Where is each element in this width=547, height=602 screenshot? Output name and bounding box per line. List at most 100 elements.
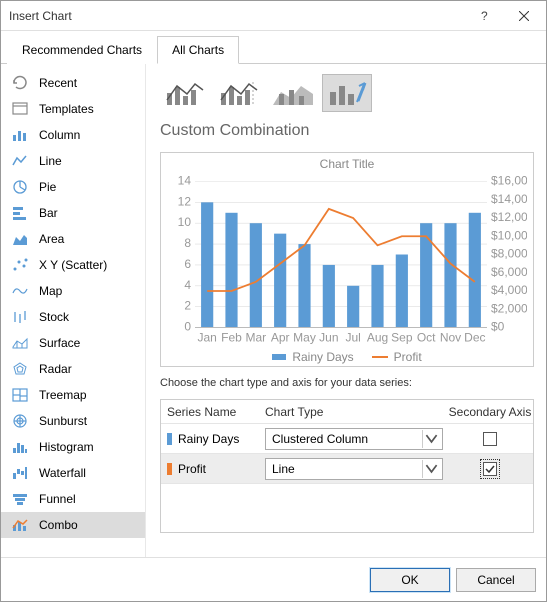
col-header-type: Chart Type bbox=[261, 405, 447, 419]
sidebar-item-histogram[interactable]: Histogram bbox=[1, 434, 145, 460]
tab-recommended[interactable]: Recommended Charts bbox=[7, 36, 157, 64]
svg-text:Sep: Sep bbox=[391, 331, 413, 345]
sidebar-item-funnel[interactable]: Funnel bbox=[1, 486, 145, 512]
svg-text:12: 12 bbox=[178, 194, 192, 208]
svg-text:4: 4 bbox=[184, 278, 191, 292]
sidebar-item-label: Stock bbox=[39, 310, 69, 324]
chart-subtype-title: Custom Combination bbox=[160, 122, 534, 142]
svg-text:0: 0 bbox=[184, 320, 191, 334]
svg-text:?: ? bbox=[481, 11, 488, 21]
svg-text:Jul: Jul bbox=[345, 331, 360, 345]
sidebar-item-label: Waterfall bbox=[39, 466, 86, 480]
subtype-stacked-area-column[interactable] bbox=[268, 74, 318, 112]
svg-text:Nov: Nov bbox=[440, 331, 461, 345]
legend-label-a: Rainy Days bbox=[292, 350, 353, 364]
chart-subtype-row bbox=[160, 74, 534, 112]
chart-type-select[interactable]: Line bbox=[265, 458, 443, 480]
sidebar-item-scatter[interactable]: X Y (Scatter) bbox=[1, 252, 145, 278]
chart-legend: Rainy Days Profit bbox=[167, 350, 527, 364]
sidebar-item-label: Line bbox=[39, 154, 62, 168]
svg-text:Oct: Oct bbox=[417, 331, 436, 345]
chart-type-select[interactable]: Clustered Column bbox=[265, 428, 443, 450]
svg-text:Feb: Feb bbox=[221, 331, 242, 345]
series-name: Rainy Days bbox=[178, 432, 239, 446]
svg-text:$10,000: $10,000 bbox=[491, 228, 527, 242]
radar-icon bbox=[11, 360, 29, 378]
svg-text:Apr: Apr bbox=[271, 331, 290, 345]
col-header-name: Series Name bbox=[161, 405, 261, 419]
sidebar-item-line[interactable]: Line bbox=[1, 148, 145, 174]
series-name: Profit bbox=[178, 462, 206, 476]
sidebar-item-label: Radar bbox=[39, 362, 72, 376]
sidebar-item-templates[interactable]: Templates bbox=[1, 96, 145, 122]
title-bar: Insert Chart ? bbox=[1, 1, 546, 31]
sidebar-item-area[interactable]: Area bbox=[1, 226, 145, 252]
line-icon bbox=[11, 152, 29, 170]
subtype-clustered-column-line-secondary[interactable] bbox=[214, 74, 264, 112]
sidebar-item-combo[interactable]: Combo bbox=[1, 512, 145, 538]
window-title: Insert Chart bbox=[9, 9, 72, 23]
secondary-axis-checkbox[interactable] bbox=[483, 432, 497, 446]
tab-all-charts[interactable]: All Charts bbox=[157, 36, 239, 64]
series-row: Rainy Days Clustered Column bbox=[161, 424, 533, 454]
sidebar-item-label: Sunburst bbox=[39, 414, 87, 428]
help-button[interactable]: ? bbox=[464, 2, 504, 30]
sidebar-item-surface[interactable]: Surface bbox=[1, 330, 145, 356]
svg-text:$0: $0 bbox=[491, 320, 505, 334]
series-instruction: Choose the chart type and axis for your … bbox=[160, 377, 534, 389]
sidebar-item-radar[interactable]: Radar bbox=[1, 356, 145, 382]
sidebar-item-stock[interactable]: Stock bbox=[1, 304, 145, 330]
area-icon bbox=[11, 230, 29, 248]
series-color-swatch bbox=[167, 433, 172, 445]
svg-text:2: 2 bbox=[184, 299, 191, 313]
series-grid: Series Name Chart Type Secondary Axis Ra… bbox=[160, 399, 534, 533]
sidebar-item-treemap[interactable]: Treemap bbox=[1, 382, 145, 408]
sidebar-item-bar[interactable]: Bar bbox=[1, 200, 145, 226]
secondary-axis-checkbox[interactable] bbox=[483, 462, 497, 476]
sidebar-item-sunburst[interactable]: Sunburst bbox=[1, 408, 145, 434]
svg-text:6: 6 bbox=[184, 257, 191, 271]
svg-text:10: 10 bbox=[178, 215, 192, 229]
close-button[interactable] bbox=[504, 2, 544, 30]
main-panel: Custom Combination Chart Title 024681012… bbox=[146, 64, 546, 557]
chart-canvas: 02468101214$0$2,000$4,000$6,000$8,000$10… bbox=[167, 173, 527, 348]
sidebar-item-label: Surface bbox=[39, 336, 80, 350]
sidebar-item-waterfall[interactable]: Waterfall bbox=[1, 460, 145, 486]
sidebar-item-label: Area bbox=[39, 232, 64, 246]
svg-text:$16,000: $16,000 bbox=[491, 174, 527, 188]
sunburst-icon bbox=[11, 412, 29, 430]
scatter-icon bbox=[11, 256, 29, 274]
recent-icon bbox=[11, 74, 29, 92]
series-row: Profit Line bbox=[161, 454, 533, 484]
sidebar-item-label: Funnel bbox=[39, 492, 76, 506]
svg-text:$12,000: $12,000 bbox=[491, 210, 527, 224]
svg-text:14: 14 bbox=[178, 174, 192, 188]
sidebar-item-label: Bar bbox=[39, 206, 58, 220]
treemap-icon bbox=[11, 386, 29, 404]
chevron-down-icon bbox=[422, 430, 440, 448]
chevron-down-icon bbox=[422, 460, 440, 478]
bar-icon bbox=[11, 204, 29, 222]
sidebar-item-column[interactable]: Column bbox=[1, 122, 145, 148]
map-icon bbox=[11, 282, 29, 300]
sidebar-item-label: Pie bbox=[39, 180, 56, 194]
svg-text:$14,000: $14,000 bbox=[491, 192, 527, 206]
sidebar-item-label: Map bbox=[39, 284, 62, 298]
svg-text:Aug: Aug bbox=[367, 331, 388, 345]
column-icon bbox=[11, 126, 29, 144]
sidebar-item-label: X Y (Scatter) bbox=[39, 258, 107, 272]
chart-preview[interactable]: Chart Title 02468101214$0$2,000$4,000$6,… bbox=[160, 152, 534, 367]
sidebar-item-pie[interactable]: Pie bbox=[1, 174, 145, 200]
sidebar-item-label: Templates bbox=[39, 102, 94, 116]
series-color-swatch bbox=[167, 463, 172, 475]
cancel-button[interactable]: Cancel bbox=[456, 568, 536, 592]
sidebar-item-map[interactable]: Map bbox=[1, 278, 145, 304]
templates-icon bbox=[11, 100, 29, 118]
ok-button[interactable]: OK bbox=[370, 568, 450, 592]
subtype-custom-combination[interactable] bbox=[322, 74, 372, 112]
svg-text:$2,000: $2,000 bbox=[491, 301, 527, 315]
subtype-clustered-column-line[interactable] bbox=[160, 74, 210, 112]
svg-text:$4,000: $4,000 bbox=[491, 283, 527, 297]
surface-icon bbox=[11, 334, 29, 352]
sidebar-item-recent[interactable]: Recent bbox=[1, 70, 145, 96]
